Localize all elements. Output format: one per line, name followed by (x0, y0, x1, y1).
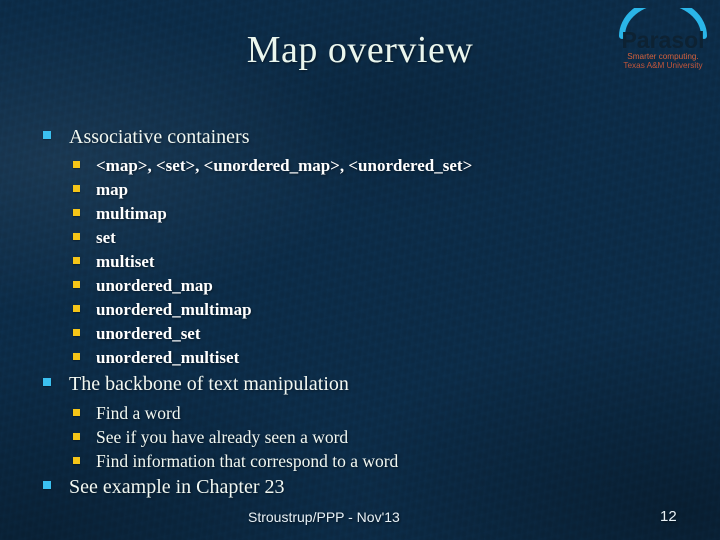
bullet-item-label: <map>, <set>, <unordered_map>, <unordere… (96, 156, 473, 175)
bullet-marker-level1-icon (43, 481, 51, 489)
bullet-item: See example in Chapter 23 (0, 474, 640, 505)
bullet-item-label: multiset (96, 252, 155, 271)
bullet-item-label: Find information that correspond to a wo… (96, 451, 399, 471)
bullet-item: The backbone of text manipulation (0, 371, 640, 402)
logo-tagline-line2: Texas A&M University (623, 61, 703, 70)
parasol-logo: Parasol Smarter computing. Texas A&M Uni… (614, 8, 712, 70)
bullet-marker-level2-icon (73, 329, 80, 336)
page-title: Map overview (246, 29, 474, 71)
bullet-marker-level2-icon (73, 233, 80, 240)
bullet-item-label: See if you have already seen a word (96, 427, 349, 447)
bullet-item: multimap (0, 203, 640, 227)
bullet-item: <map>, <set>, <unordered_map>, <unordere… (0, 155, 640, 179)
bullet-marker-level2-icon (73, 161, 80, 168)
logo-wordmark: Parasol (621, 27, 704, 53)
bullet-marker-level2-icon (73, 433, 80, 440)
bullet-item-label: Find a word (96, 403, 181, 423)
bullet-list: Associative containers <map>, <set>, <uno… (0, 124, 640, 505)
bullet-marker-level2-icon (73, 185, 80, 192)
bullet-marker-level2-icon (73, 457, 80, 464)
bullet-item: Find a word (0, 402, 640, 426)
bullet-item-label: The backbone of text manipulation (69, 373, 349, 395)
bullet-item-label: unordered_set (96, 324, 201, 343)
footer-page-number: 12 (660, 508, 677, 525)
bullet-item: unordered_map (0, 275, 640, 299)
bullet-item: set (0, 227, 640, 251)
bullet-item: unordered_multimap (0, 299, 640, 323)
bullet-item: map (0, 179, 640, 203)
bullet-item-label: map (96, 180, 129, 199)
logo-tagline-line1: Smarter computing. (627, 52, 698, 61)
bullet-item-label: set (96, 228, 116, 247)
bullet-marker-level1-icon (43, 131, 51, 139)
bullet-item: unordered_multiset (0, 347, 640, 371)
bullet-item: multiset (0, 251, 640, 275)
bullet-marker-level2-icon (73, 281, 80, 288)
bullet-item: See if you have already seen a word (0, 426, 640, 450)
bullet-marker-level2-icon (73, 257, 80, 264)
bullet-item-label: Associative containers (69, 126, 250, 148)
bullet-item-label: unordered_multimap (96, 300, 252, 319)
bullet-item-label: unordered_map (96, 276, 213, 295)
bullet-item: unordered_set (0, 323, 640, 347)
bullet-marker-level2-icon (73, 209, 80, 216)
bullet-marker-level1-icon (43, 378, 51, 386)
bullet-marker-level2-icon (73, 305, 80, 312)
bullet-marker-level2-icon (73, 353, 80, 360)
bullet-item: Find information that correspond to a wo… (0, 450, 640, 474)
bullet-item: Associative containers (0, 124, 640, 155)
slide-canvas: Map overview Parasol Smarter computing. … (0, 0, 720, 540)
bullet-item-label: See example in Chapter 23 (69, 476, 285, 498)
bullet-item-label: multimap (96, 204, 167, 223)
bullet-item-label: unordered_multiset (96, 348, 240, 367)
footer-note: Stroustrup/PPP - Nov'13 (248, 509, 400, 525)
bullet-marker-level2-icon (73, 409, 80, 416)
